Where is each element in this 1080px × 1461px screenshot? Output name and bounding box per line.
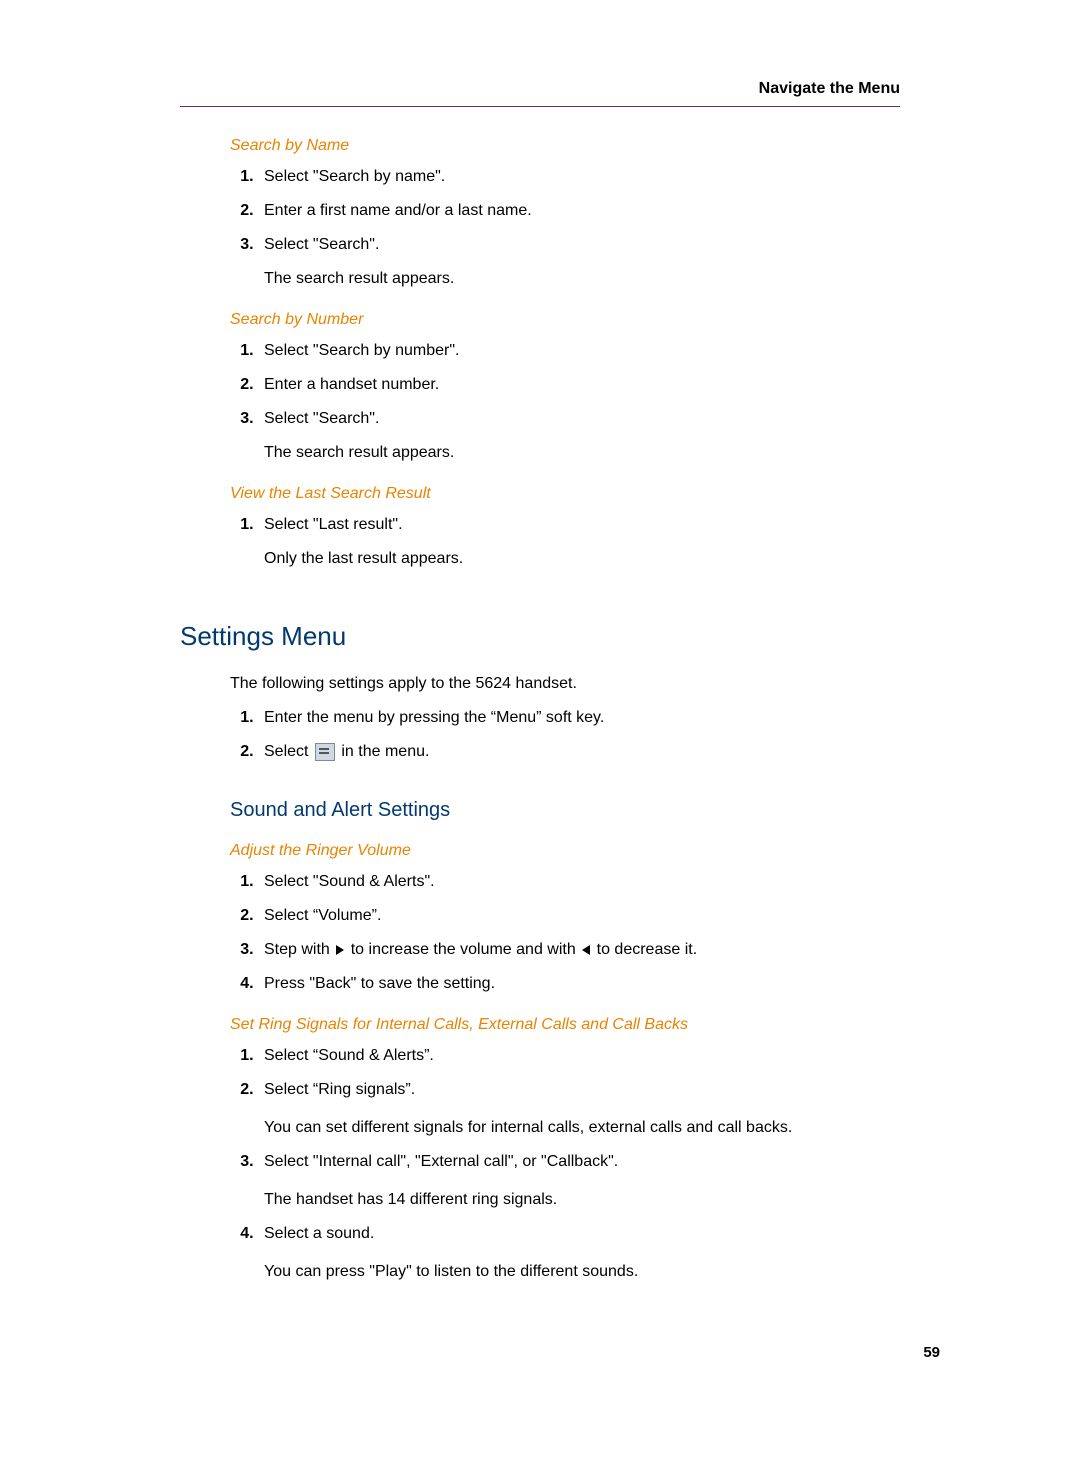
followup-text: You can set different signals for intern… bbox=[264, 1116, 900, 1140]
step-item: Step with to increase the volume and wit… bbox=[258, 938, 900, 962]
header-title: Navigate the Menu bbox=[759, 80, 900, 98]
step-item: Select "Search by name". bbox=[258, 165, 900, 189]
step-item: Select in the menu. bbox=[258, 740, 900, 764]
step-item: Select "Search". bbox=[258, 407, 900, 431]
page-header: Navigate the Menu bbox=[180, 80, 900, 107]
step-item: Select "Internal call", "External call",… bbox=[258, 1150, 900, 1212]
step-item: Enter the menu by pressing the “Menu” so… bbox=[258, 706, 900, 730]
step-text: in the menu. bbox=[341, 743, 429, 760]
settings-icon bbox=[315, 743, 335, 761]
page-number: 59 bbox=[180, 1344, 940, 1361]
step-item: Select “Ring signals”. You can set diffe… bbox=[258, 1078, 900, 1140]
followup-text: You can press "Play" to listen to the di… bbox=[264, 1260, 900, 1284]
followup-text: The handset has 14 different ring signal… bbox=[264, 1188, 900, 1212]
step-item: Enter a handset number. bbox=[258, 373, 900, 397]
step-text: to increase the volume and with bbox=[351, 941, 580, 958]
steps-adjust-ringer: Select "Sound & Alerts". Select “Volume”… bbox=[230, 870, 900, 996]
step-text: Select bbox=[264, 743, 313, 760]
followup-text: Only the last result appears. bbox=[264, 547, 900, 571]
step-text: Select "Internal call", "External call",… bbox=[264, 1153, 618, 1170]
page-content: Navigate the Menu Search by Name Select … bbox=[0, 0, 1080, 1461]
step-item: Select "Search". bbox=[258, 233, 900, 257]
step-text: Step with bbox=[264, 941, 334, 958]
arrow-left-icon bbox=[582, 945, 590, 955]
step-text: Select “Ring signals”. bbox=[264, 1081, 415, 1098]
step-item: Select "Search by number". bbox=[258, 339, 900, 363]
step-item: Select “Volume”. bbox=[258, 904, 900, 928]
step-item: Select "Sound & Alerts". bbox=[258, 870, 900, 894]
steps-view-last: Select "Last result". bbox=[230, 513, 900, 537]
followup-text: The search result appears. bbox=[264, 267, 900, 291]
settings-intro: The following settings apply to the 5624… bbox=[230, 672, 900, 696]
heading-ring-signals: Set Ring Signals for Internal Calls, Ext… bbox=[230, 1016, 900, 1034]
step-item: Select “Sound & Alerts”. bbox=[258, 1044, 900, 1068]
heading-search-by-name: Search by Name bbox=[230, 137, 900, 155]
heading-search-by-number: Search by Number bbox=[230, 311, 900, 329]
step-item: Select "Last result". bbox=[258, 513, 900, 537]
step-item: Press "Back" to save the setting. bbox=[258, 972, 900, 996]
heading-settings-menu: Settings Menu bbox=[180, 621, 900, 652]
followup-text: The search result appears. bbox=[264, 441, 900, 465]
steps-ring-signals: Select “Sound & Alerts”. Select “Ring si… bbox=[230, 1044, 900, 1284]
heading-adjust-ringer: Adjust the Ringer Volume bbox=[230, 842, 900, 860]
step-text: Select a sound. bbox=[264, 1225, 374, 1242]
heading-sound-alert: Sound and Alert Settings bbox=[230, 799, 900, 822]
steps-search-by-name: Select "Search by name". Enter a first n… bbox=[230, 165, 900, 257]
steps-settings-menu: Enter the menu by pressing the “Menu” so… bbox=[230, 706, 900, 764]
step-item: Enter a first name and/or a last name. bbox=[258, 199, 900, 223]
arrow-right-icon bbox=[336, 945, 344, 955]
step-text: to decrease it. bbox=[597, 941, 698, 958]
step-item: Select a sound. You can press "Play" to … bbox=[258, 1222, 900, 1284]
heading-view-last: View the Last Search Result bbox=[230, 485, 900, 503]
steps-search-by-number: Select "Search by number". Enter a hands… bbox=[230, 339, 900, 431]
